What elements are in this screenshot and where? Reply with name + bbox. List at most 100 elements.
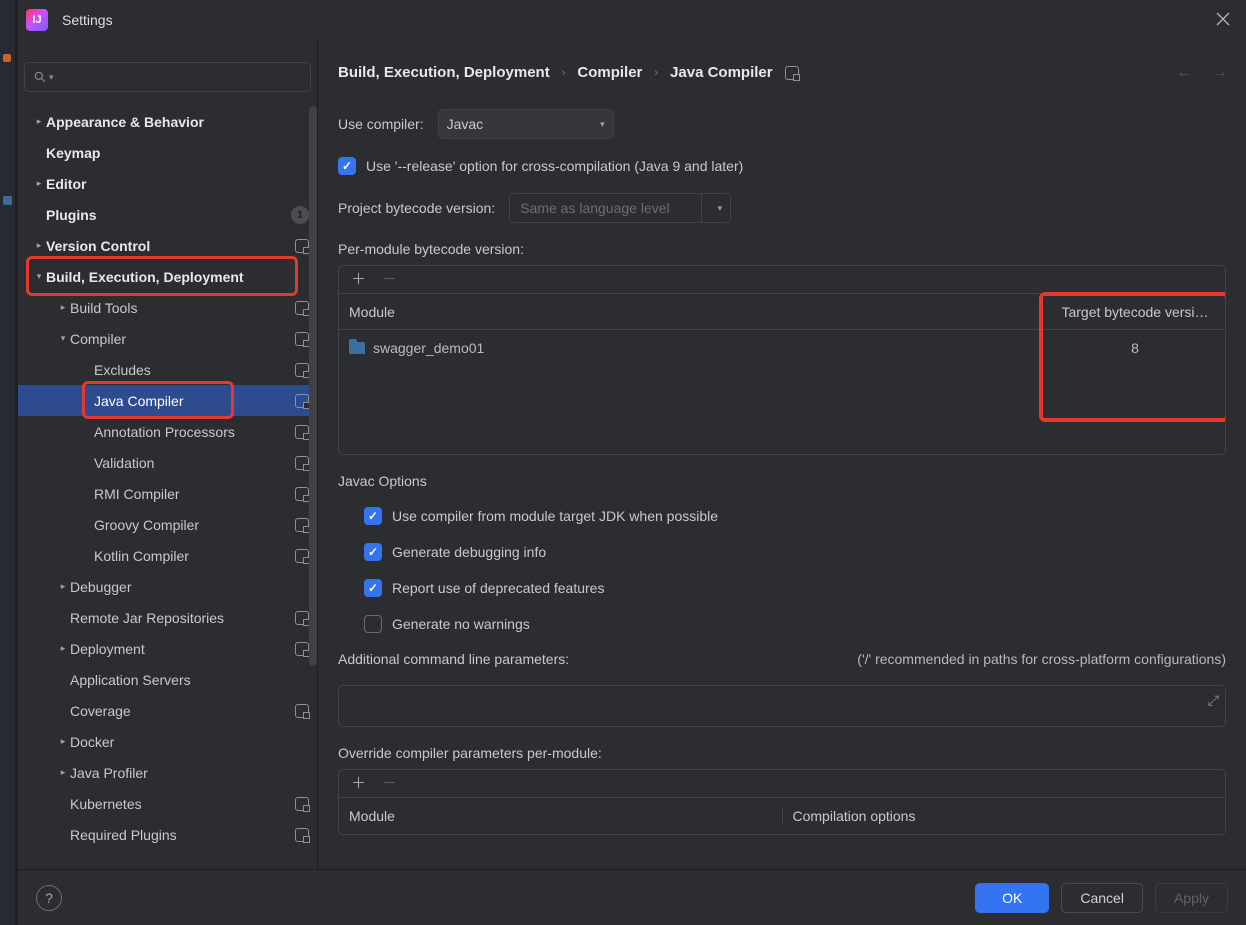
javac-options-label: Javac Options <box>338 473 1226 489</box>
column-header-module: Module <box>339 808 782 824</box>
project-scope-icon <box>295 642 309 656</box>
search-icon <box>33 70 47 84</box>
sidebar-item-label: Groovy Compiler <box>94 517 199 533</box>
table-row[interactable]: swagger_demo01 8 <box>339 330 1225 366</box>
sidebar-item-label: Annotation Processors <box>94 424 235 440</box>
breadcrumb: Build, Execution, Deployment › Compiler … <box>338 64 1226 81</box>
sidebar-item-label: Coverage <box>70 703 131 719</box>
chevron-down-icon: ▾ <box>592 119 605 130</box>
project-scope-icon <box>295 239 309 253</box>
sidebar-item-required-plugins[interactable]: Required Plugins <box>18 819 317 850</box>
expand-icon[interactable]: ⤢ <box>1208 692 1219 709</box>
generate-debug-label: Generate debugging info <box>392 544 546 560</box>
sidebar-item-label: Build, Execution, Deployment <box>46 269 244 285</box>
sidebar-item-kubernetes[interactable]: Kubernetes <box>18 788 317 819</box>
project-scope-icon <box>295 611 309 625</box>
sidebar-item-docker[interactable]: ▸Docker <box>18 726 317 757</box>
remove-row-icon[interactable]: － <box>382 272 397 287</box>
sidebar-item-java-profiler[interactable]: ▸Java Profiler <box>18 757 317 788</box>
release-option-label: Use '--release' option for cross-compila… <box>366 158 743 174</box>
project-bytecode-select[interactable]: Same as language level ▾ <box>509 193 731 223</box>
sidebar-item-label: Keymap <box>46 145 100 161</box>
compiler-module-jdk-checkbox[interactable] <box>364 507 382 525</box>
ok-button[interactable]: OK <box>975 883 1049 913</box>
sidebar-item-deployment[interactable]: ▸Deployment <box>18 633 317 664</box>
settings-tree: ▸Appearance & BehaviorKeymap▸EditorPlugi… <box>18 106 317 861</box>
use-compiler-label: Use compiler: <box>338 116 424 132</box>
sidebar-item-excludes[interactable]: Excludes <box>18 354 317 385</box>
sidebar-item-appearance-behavior[interactable]: ▸Appearance & Behavior <box>18 106 317 137</box>
sidebar-item-java-compiler[interactable]: Java Compiler <box>18 385 317 416</box>
dialog-footer: ? OK Cancel Apply <box>18 869 1246 925</box>
apply-button[interactable]: Apply <box>1155 883 1228 913</box>
nav-forward-icon[interactable]: → <box>1212 64 1228 82</box>
sidebar-item-debugger[interactable]: ▸Debugger <box>18 571 317 602</box>
sidebar-item-label: Compiler <box>70 331 126 347</box>
chevron-right-icon: ▸ <box>32 116 46 127</box>
sidebar-item-coverage[interactable]: Coverage <box>18 695 317 726</box>
close-icon[interactable] <box>1210 12 1236 29</box>
report-deprecated-label: Report use of deprecated features <box>392 580 604 596</box>
sidebar-item-label: Version Control <box>46 238 150 254</box>
settings-sidebar: ▾ ▸Appearance & BehaviorKeymap▸EditorPlu… <box>18 40 318 869</box>
sidebar-item-validation[interactable]: Validation <box>18 447 317 478</box>
sidebar-item-application-servers[interactable]: Application Servers <box>18 664 317 695</box>
no-warnings-checkbox[interactable] <box>364 615 382 633</box>
sidebar-item-groovy-compiler[interactable]: Groovy Compiler <box>18 509 317 540</box>
sidebar-item-remote-jar-repositories[interactable]: Remote Jar Repositories <box>18 602 317 633</box>
chevron-right-icon: ▸ <box>56 302 70 313</box>
nav-back-icon[interactable]: ← <box>1176 64 1192 82</box>
project-scope-icon <box>295 518 309 532</box>
override-table: ＋ － Module Compilation options <box>338 769 1226 835</box>
add-row-icon[interactable]: ＋ <box>351 776 366 791</box>
project-scope-icon <box>295 797 309 811</box>
sidebar-item-rmi-compiler[interactable]: RMI Compiler <box>18 478 317 509</box>
report-deprecated-checkbox[interactable] <box>364 579 382 597</box>
chevron-right-icon: ▸ <box>32 178 46 189</box>
sidebar-item-annotation-processors[interactable]: Annotation Processors <box>18 416 317 447</box>
add-row-icon[interactable]: ＋ <box>351 272 366 287</box>
sidebar-item-build-tools[interactable]: ▸Build Tools <box>18 292 317 323</box>
project-scope-icon <box>295 549 309 563</box>
breadcrumb-item[interactable]: Compiler <box>577 64 642 81</box>
sidebar-item-label: Kotlin Compiler <box>94 548 189 564</box>
dialog-title: Settings <box>62 12 113 28</box>
plugins-update-badge: 1 <box>291 206 309 224</box>
use-compiler-select[interactable]: Javac ▾ <box>438 109 614 139</box>
breadcrumb-item[interactable]: Java Compiler <box>670 64 773 81</box>
history-nav: ← → <box>1176 64 1228 82</box>
release-option-checkbox[interactable] <box>338 157 356 175</box>
sidebar-item-label: Java Profiler <box>70 765 148 781</box>
sidebar-item-label: Appearance & Behavior <box>46 114 204 130</box>
app-icon: IJ <box>26 9 48 31</box>
project-scope-icon <box>295 425 309 439</box>
sidebar-item-label: Validation <box>94 455 154 471</box>
sidebar-item-editor[interactable]: ▸Editor <box>18 168 317 199</box>
override-params-label: Override compiler parameters per-module: <box>338 745 1226 761</box>
per-module-label: Per-module bytecode version: <box>338 241 1226 257</box>
search-input[interactable]: ▾ <box>24 62 311 92</box>
chevron-right-icon: ▸ <box>32 240 46 251</box>
project-scope-icon <box>295 363 309 377</box>
project-scope-icon <box>295 394 309 408</box>
chevron-right-icon: ▸ <box>56 767 70 778</box>
cancel-button[interactable]: Cancel <box>1061 883 1143 913</box>
chevron-down-icon: ▾ <box>32 271 46 282</box>
editor-gutter <box>0 0 15 925</box>
project-scope-icon <box>295 332 309 346</box>
sidebar-item-version-control[interactable]: ▸Version Control <box>18 230 317 261</box>
sidebar-scrollbar[interactable] <box>309 106 317 861</box>
project-scope-icon <box>785 66 799 80</box>
help-button[interactable]: ? <box>36 885 62 911</box>
sidebar-item-keymap[interactable]: Keymap <box>18 137 317 168</box>
remove-row-icon[interactable]: － <box>382 776 397 791</box>
per-module-table: ＋ － Module Target bytecode versi… swagge… <box>338 265 1226 455</box>
sidebar-item-compiler[interactable]: ▾Compiler <box>18 323 317 354</box>
sidebar-item-kotlin-compiler[interactable]: Kotlin Compiler <box>18 540 317 571</box>
additional-params-input[interactable]: ⤢ <box>338 685 1226 727</box>
sidebar-item-plugins[interactable]: Plugins1 <box>18 199 317 230</box>
generate-debug-checkbox[interactable] <box>364 543 382 561</box>
breadcrumb-item[interactable]: Build, Execution, Deployment <box>338 64 550 81</box>
sidebar-item-build-execution-deployment[interactable]: ▾Build, Execution, Deployment <box>18 261 317 292</box>
search-history-chevron-icon[interactable]: ▾ <box>49 72 54 83</box>
